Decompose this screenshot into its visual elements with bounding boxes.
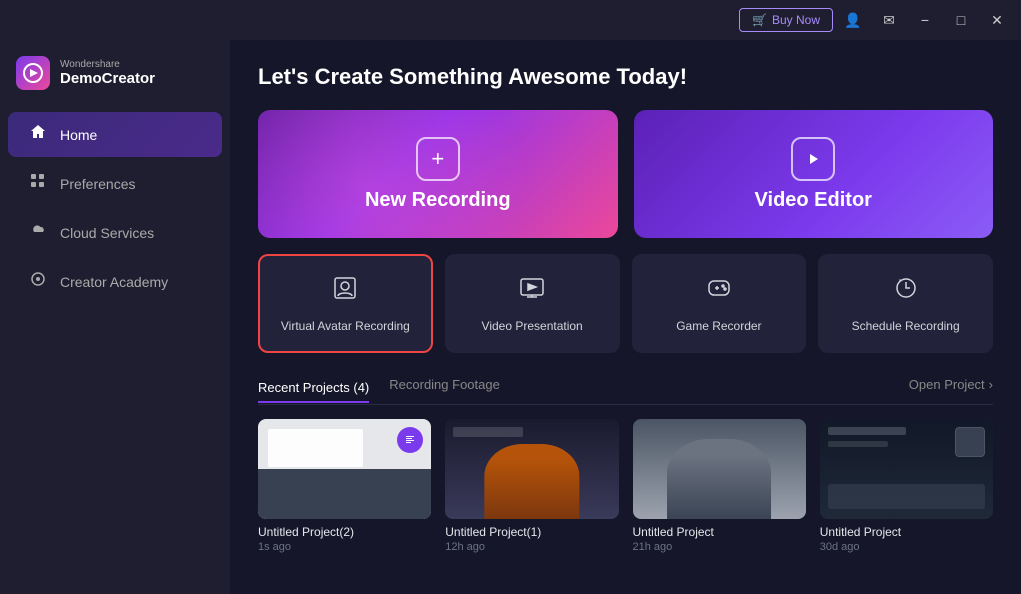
sidebar-item-creator-academy-label: Creator Academy xyxy=(60,274,168,290)
video-editor-card[interactable]: Video Editor xyxy=(634,110,994,238)
tab-recent-projects[interactable]: Recent Projects (4) xyxy=(258,376,369,403)
video-presentation-icon xyxy=(518,274,546,309)
project-time-2: 12h ago xyxy=(445,541,618,553)
virtual-avatar-card[interactable]: Virtual Avatar Recording xyxy=(258,254,433,353)
user-profile-button[interactable]: 👤 xyxy=(837,6,869,34)
video-presentation-card[interactable]: Video Presentation xyxy=(445,254,620,353)
virtual-avatar-icon xyxy=(331,274,359,309)
schedule-recording-label: Schedule Recording xyxy=(852,319,960,333)
cart-icon: 🛒 xyxy=(752,13,767,27)
preferences-icon xyxy=(28,173,48,194)
sub-cards: Virtual Avatar Recording Video Presentat… xyxy=(258,254,993,353)
sidebar-item-home[interactable]: Home xyxy=(8,112,222,157)
video-editor-label: Video Editor xyxy=(755,189,872,212)
buy-now-button[interactable]: 🛒 Buy Now xyxy=(739,8,833,32)
new-recording-card[interactable]: + New Recording xyxy=(258,110,618,238)
game-recorder-icon xyxy=(705,274,733,309)
video-editor-icon xyxy=(791,137,835,181)
logo-area: Wondershare DemoCreator xyxy=(0,56,230,110)
cloud-icon xyxy=(28,222,48,243)
mail-icon: ✉ xyxy=(883,12,895,29)
project-thumb-1 xyxy=(258,419,431,519)
titlebar-actions: 🛒 Buy Now 👤 ✉ − □ ✕ xyxy=(739,6,1013,34)
schedule-recording-icon xyxy=(892,274,920,309)
recent-tabs-bar: Recent Projects (4) Recording Footage Op… xyxy=(258,373,993,405)
project-time-4: 30d ago xyxy=(820,541,993,553)
new-recording-label: New Recording xyxy=(365,189,511,212)
sidebar-item-creator-academy[interactable]: Creator Academy xyxy=(8,259,222,304)
home-icon xyxy=(28,124,48,145)
user-icon: 👤 xyxy=(844,12,861,29)
logo-icon xyxy=(16,56,50,90)
project-item-4[interactable]: Untitled Project 30d ago xyxy=(820,419,993,553)
sidebar-item-preferences[interactable]: Preferences xyxy=(8,161,222,206)
close-button[interactable]: ✕ xyxy=(981,6,1013,34)
video-presentation-label: Video Presentation xyxy=(482,319,583,333)
app-body: Wondershare DemoCreator Home Pre xyxy=(0,40,1021,594)
game-recorder-card[interactable]: Game Recorder xyxy=(632,254,807,353)
project-thumb-4 xyxy=(820,419,993,519)
tab-recording-footage[interactable]: Recording Footage xyxy=(389,373,500,396)
project-name-4: Untitled Project xyxy=(820,525,993,539)
schedule-recording-card[interactable]: Schedule Recording xyxy=(818,254,993,353)
project-item-2[interactable]: Untitled Project(1) 12h ago xyxy=(445,419,618,553)
game-recorder-label: Game Recorder xyxy=(676,319,761,333)
sidebar-item-home-label: Home xyxy=(60,127,97,143)
project-item-3[interactable]: Untitled Project 21h ago xyxy=(633,419,806,553)
sidebar-item-preferences-label: Preferences xyxy=(60,176,135,192)
open-project-link[interactable]: Open Project › xyxy=(909,377,993,392)
project-time-1: 1s ago xyxy=(258,541,431,553)
new-recording-icon: + xyxy=(416,137,460,181)
minimize-button[interactable]: − xyxy=(909,6,941,34)
project-thumb-3 xyxy=(633,419,806,519)
project-name-1: Untitled Project(2) xyxy=(258,525,431,539)
sidebar-item-cloud-services-label: Cloud Services xyxy=(60,225,154,241)
titlebar: 🛒 Buy Now 👤 ✉ − □ ✕ xyxy=(0,0,1021,40)
virtual-avatar-label: Virtual Avatar Recording xyxy=(281,319,410,333)
page-title: Let's Create Something Awesome Today! xyxy=(258,64,993,90)
logo-text: Wondershare DemoCreator xyxy=(60,59,155,87)
action-cards: + New Recording Video Editor xyxy=(258,110,993,238)
sidebar: Wondershare DemoCreator Home Pre xyxy=(0,40,230,594)
creator-academy-icon xyxy=(28,271,48,292)
project-grid: Untitled Project(2) 1s ago Untitled Proj… xyxy=(258,419,993,553)
project-time-3: 21h ago xyxy=(633,541,806,553)
logo-brand-main: DemoCreator xyxy=(60,70,155,87)
logo-brand-small: Wondershare xyxy=(60,59,155,70)
project-item-1[interactable]: Untitled Project(2) 1s ago xyxy=(258,419,431,553)
maximize-button[interactable]: □ xyxy=(945,6,977,34)
project-name-3: Untitled Project xyxy=(633,525,806,539)
project-thumb-2 xyxy=(445,419,618,519)
sidebar-item-cloud-services[interactable]: Cloud Services xyxy=(8,210,222,255)
mail-button[interactable]: ✉ xyxy=(873,6,905,34)
project-name-2: Untitled Project(1) xyxy=(445,525,618,539)
main-content: Let's Create Something Awesome Today! + … xyxy=(230,40,1021,594)
